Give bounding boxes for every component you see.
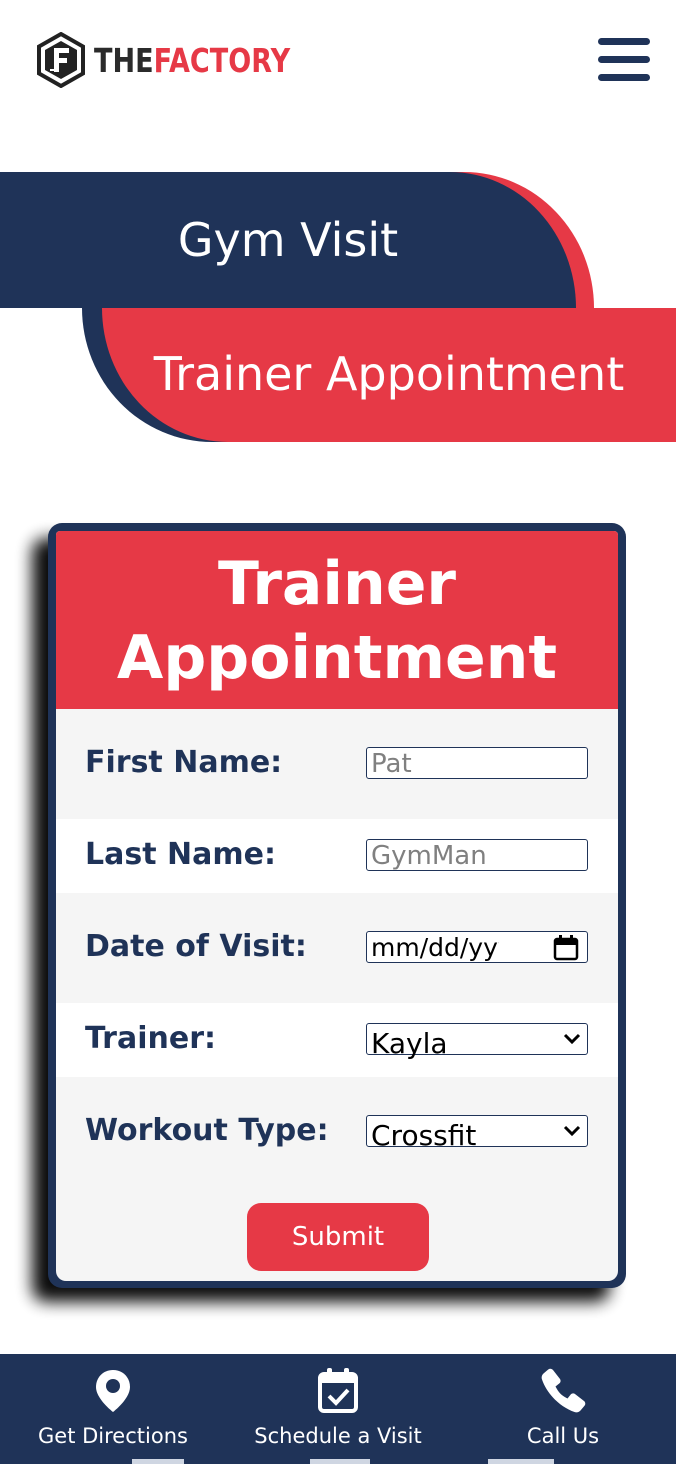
bottom-nav: Get Directions Schedule a Visit Call Us <box>0 1354 676 1464</box>
last-name-placeholder: GymMan <box>371 841 487 871</box>
scroll-hint <box>488 1459 554 1464</box>
last-name-label: Last Name: <box>85 837 276 872</box>
date-label: Date of Visit: <box>85 929 307 964</box>
chevron-down-icon <box>563 1033 581 1045</box>
date-placeholder: mm/dd/yyyy <box>371 933 499 962</box>
last-name-input[interactable]: GymMan <box>366 839 588 871</box>
appointment-form-card: Trainer Appointment First Name: Pat Last… <box>48 523 626 1288</box>
date-input[interactable]: mm/dd/yyyy <box>366 931 588 963</box>
schedule-visit-button[interactable]: Schedule a Visit <box>225 1354 451 1464</box>
scroll-hint <box>132 1459 184 1464</box>
calendar-check-icon <box>318 1368 358 1413</box>
trainer-label: Trainer: <box>85 1021 216 1056</box>
first-name-label: First Name: <box>85 745 283 780</box>
menu-bar <box>598 74 650 81</box>
first-name-input[interactable]: Pat <box>366 747 588 779</box>
last-name-row: Last Name: GymMan <box>56 819 618 893</box>
hamburger-menu-icon[interactable] <box>598 36 652 81</box>
form-header: Trainer Appointment <box>56 531 618 709</box>
trainer-selected-value: Kayla <box>371 1027 448 1060</box>
logo-text-the: THE <box>94 40 154 80</box>
form-title-line1: Trainer <box>218 549 456 619</box>
call-us-label: Call Us <box>526 1424 600 1448</box>
logo-wordmark: THEFACTORY <box>94 44 290 77</box>
tab-gym-visit[interactable]: Gym Visit <box>0 172 594 308</box>
site-logo[interactable]: THEFACTORY <box>36 32 333 88</box>
schedule-visit-label: Schedule a Visit <box>254 1424 422 1448</box>
workout-selected-value: Crossfit <box>371 1119 477 1152</box>
submit-button[interactable]: Submit <box>247 1203 429 1271</box>
site-header: THEFACTORY <box>0 0 676 120</box>
trainer-select[interactable]: Kayla <box>366 1023 588 1060</box>
menu-bar <box>598 38 650 45</box>
call-us-button[interactable]: Call Us <box>450 1354 676 1464</box>
trainer-row: Trainer: Kayla <box>56 1003 618 1077</box>
get-directions-label: Get Directions <box>38 1424 188 1448</box>
workout-select[interactable]: Crossfit <box>366 1115 588 1152</box>
map-pin-icon <box>96 1370 130 1412</box>
menu-bar <box>598 56 650 63</box>
date-row: Date of Visit: mm/dd/yyyy <box>56 893 618 1003</box>
scroll-hint <box>310 1459 370 1464</box>
phone-icon <box>541 1368 586 1413</box>
workout-row: Workout Type: Crossfit <box>56 1077 618 1187</box>
tab-gym-visit-label: Gym Visit <box>177 213 399 267</box>
tab-trainer-appointment-label: Trainer Appointment <box>153 347 625 401</box>
factory-f-logo-icon <box>37 32 85 88</box>
calendar-icon[interactable] <box>553 935 579 961</box>
first-name-placeholder: Pat <box>371 749 412 779</box>
form-title-line2: Appointment <box>116 623 558 693</box>
get-directions-button[interactable]: Get Directions <box>0 1354 226 1464</box>
form-body: Trainer Appointment First Name: Pat Last… <box>56 531 618 1281</box>
chevron-down-icon <box>563 1125 581 1137</box>
logo-text-factory: FACTORY <box>153 40 291 80</box>
workout-label: Workout Type: <box>85 1113 329 1148</box>
first-name-row: First Name: Pat <box>56 709 618 819</box>
tab-trainer-appointment[interactable]: Trainer Appointment <box>82 308 676 442</box>
